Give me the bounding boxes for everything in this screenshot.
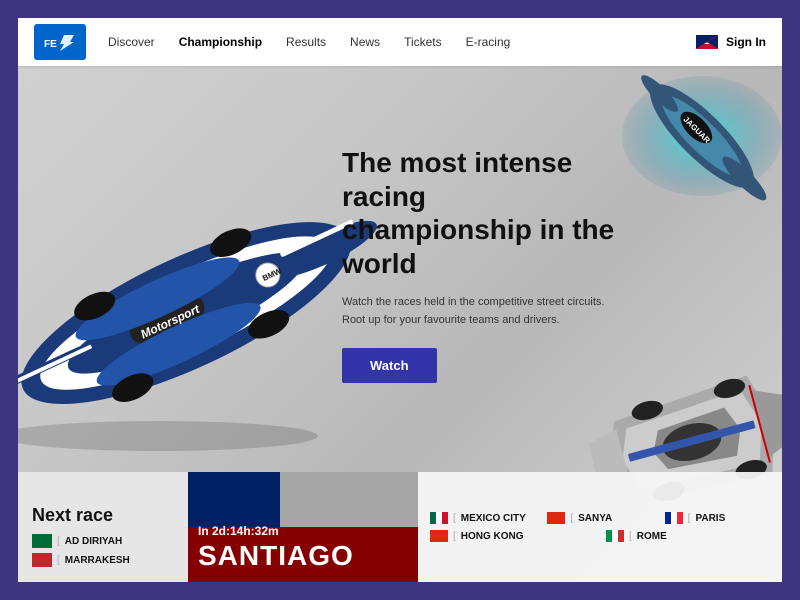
nav-results[interactable]: Results [284, 31, 328, 53]
flag-france [665, 512, 683, 524]
svg-text:FE: FE [44, 39, 57, 50]
race-item-paris[interactable]: [ PARIS [665, 512, 770, 524]
flag-mexico [430, 512, 448, 524]
navbar: FE Discover Championship Results News Ti… [18, 18, 782, 66]
santiago-text: In 2d:14h:32m SANTIAGO [198, 524, 408, 572]
right-races-panel: [ MEXICO CITY [ SANYA [ PARIS [418, 472, 782, 582]
language-flag[interactable] [696, 35, 718, 49]
watch-button[interactable]: Watch [342, 348, 437, 383]
flag-morocco [32, 553, 52, 567]
race-item-marrakesh[interactable]: [ MARRAKESH [32, 553, 174, 567]
nav-right: Sign In [696, 35, 766, 49]
page: FE Discover Championship Results News Ti… [18, 18, 782, 582]
nav-eracing[interactable]: E-racing [464, 31, 513, 53]
race-item-mexico[interactable]: [ MEXICO CITY [430, 512, 535, 524]
race-item-ad-diriyah[interactable]: [ AD DIRIYAH [32, 534, 174, 548]
right-races-row-1: [ MEXICO CITY [ SANYA [ PARIS [430, 512, 770, 524]
nav-links: Discover Championship Results News Ticke… [106, 31, 696, 53]
santiago-countdown: In 2d:14h:32m [198, 524, 408, 538]
race-name-marrakesh: MARRAKESH [65, 555, 130, 566]
hero-text-block: The most intense racing championship in … [342, 146, 622, 383]
race-name-mexico: MEXICO CITY [461, 513, 526, 524]
right-races-row-2: [ HONG KONG [ ROME [430, 530, 770, 542]
nav-discover[interactable]: Discover [106, 31, 157, 53]
nav-championship[interactable]: Championship [177, 31, 264, 53]
hero-section: Motorsport BMW [18, 66, 782, 582]
nav-tickets[interactable]: Tickets [402, 31, 444, 53]
race-item-rome[interactable]: [ ROME [606, 530, 770, 542]
flag-china [547, 512, 565, 524]
car-right-top: JAGUAR [602, 56, 782, 216]
nav-news[interactable]: News [348, 31, 382, 53]
logo[interactable]: FE [34, 24, 86, 60]
race-name-rome: ROME [637, 531, 667, 542]
race-name-hongkong: HONG KONG [461, 531, 524, 542]
race-name-paris: PARIS [695, 513, 725, 524]
santiago-city: SANTIAGO [198, 540, 408, 572]
flag-saudi [32, 534, 52, 548]
next-race-bar: Next race [ AD DIRIYAH [ MARRAKESH [18, 472, 782, 582]
race-name-ad-diriyah: AD DIRIYAH [65, 536, 122, 547]
sign-in-button[interactable]: Sign In [726, 35, 766, 49]
next-race-title: Next race [32, 505, 174, 526]
next-race-panel: Next race [ AD DIRIYAH [ MARRAKESH [18, 472, 188, 582]
race-name-sanya: SANYA [578, 513, 612, 524]
race-item-sanya[interactable]: [ SANYA [547, 512, 652, 524]
hero-title: The most intense racing championship in … [342, 146, 622, 280]
flag-hongkong [430, 530, 448, 542]
race-item-hongkong[interactable]: [ HONG KONG [430, 530, 594, 542]
santiago-featured[interactable]: In 2d:14h:32m SANTIAGO [188, 472, 418, 582]
outer-frame: FE Discover Championship Results News Ti… [0, 0, 800, 600]
flag-italy [606, 530, 624, 542]
hero-description: Watch the races held in the competitive … [342, 294, 622, 329]
